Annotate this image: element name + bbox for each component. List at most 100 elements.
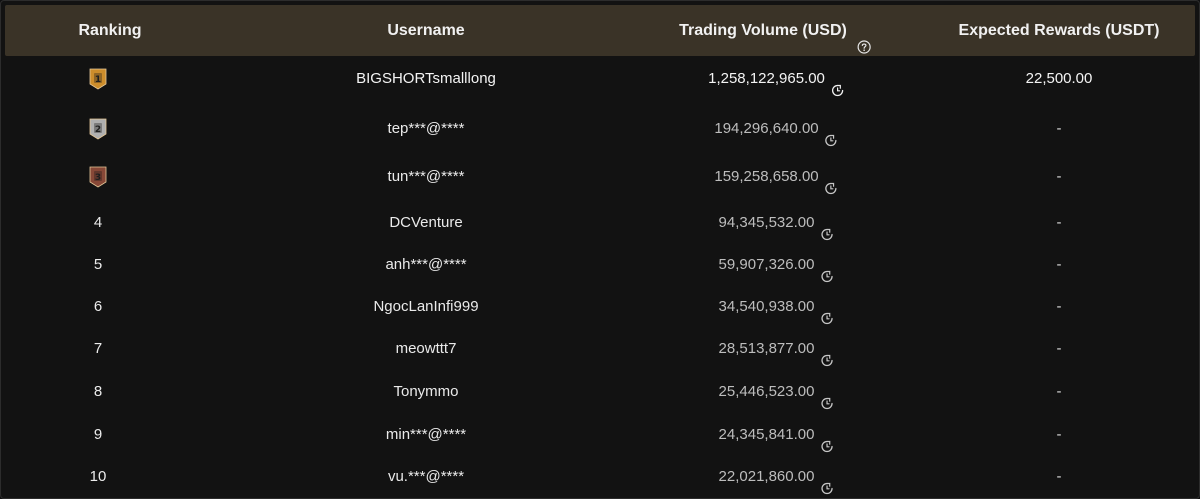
username-text: tep***@**** (387, 120, 465, 137)
clock-refresh-icon[interactable] (820, 429, 833, 452)
username-cell[interactable]: min***@**** (386, 415, 466, 455)
username-cell[interactable]: tep***@**** (388, 109, 465, 149)
trading-volume-value: 94,345,532.00 (718, 214, 815, 231)
rank-cell: 5 (94, 245, 102, 285)
expected-reward-cell: - (1057, 109, 1062, 149)
clock-refresh-icon[interactable] (820, 343, 833, 366)
rank-cell: 7 (94, 329, 102, 369)
username-cell[interactable]: BIGSHORTsmalllong (356, 59, 496, 99)
trading-volume-value: 25,446,523.00 (718, 383, 815, 400)
username-cell[interactable]: anh***@**** (385, 245, 466, 285)
rank-number: 4 (93, 214, 103, 231)
clock-refresh-icon[interactable] (825, 123, 838, 146)
rank-cell: 2 (88, 109, 108, 149)
expected-reward-cell: - (1057, 203, 1062, 243)
svg-text:2: 2 (95, 125, 101, 135)
expected-reward-value: - (1056, 383, 1062, 400)
username-cell[interactable]: DCVenture (389, 203, 462, 243)
table-header: Ranking Username Trading Volume (USD) Ex… (5, 5, 1195, 56)
trading-volume-value: 1,258,122,965.00 (708, 70, 825, 87)
trading-volume-value: 28,513,877.00 (718, 340, 815, 357)
clock-refresh-icon[interactable] (820, 301, 833, 324)
username-text: anh***@**** (385, 256, 467, 273)
header-username: Username (387, 5, 464, 56)
username-text: vu.***@**** (387, 468, 465, 485)
trading-volume-cell: 28,513,877.00 (719, 329, 834, 369)
rank-cell: 8 (94, 372, 102, 412)
expected-reward-value: - (1056, 214, 1062, 231)
expected-reward-cell: - (1057, 457, 1062, 497)
username-cell[interactable]: tun***@**** (388, 157, 465, 197)
trading-volume-cell: 25,446,523.00 (719, 372, 834, 412)
gold-medal-icon: 1 (88, 67, 108, 91)
expected-reward-value: - (1056, 256, 1062, 273)
trading-volume-value: 24,345,841.00 (718, 426, 815, 443)
rank-number: 10 (89, 468, 107, 485)
expected-reward-cell: - (1057, 157, 1062, 197)
trading-volume-cell: 159,258,658.00 (714, 157, 837, 197)
header-ranking: Ranking (78, 5, 141, 56)
expected-reward-cell: - (1057, 329, 1062, 369)
username-cell[interactable]: vu.***@**** (388, 457, 464, 497)
clock-refresh-icon[interactable] (820, 217, 833, 240)
expected-reward-cell: - (1057, 415, 1062, 455)
table-row: 7 meowttt7 28,513,877.00 - (1, 329, 1199, 369)
username-text: Tonymmo (393, 383, 459, 400)
trading-volume-value: 22,021,860.00 (718, 468, 815, 485)
trading-volume-cell: 59,907,326.00 (719, 245, 834, 285)
expected-reward-cell: 22,500.00 (1026, 59, 1093, 99)
clock-refresh-icon[interactable] (825, 171, 838, 194)
leaderboard-table: Ranking Username Trading Volume (USD) Ex… (0, 0, 1200, 499)
username-cell[interactable]: meowttt7 (396, 329, 457, 369)
table-row: 10 vu.***@**** 22,021,860.00 - (1, 457, 1199, 497)
rank-cell: 10 (90, 457, 107, 497)
header-expected-rewards: Expected Rewards (USDT) (959, 5, 1160, 56)
username-text: NgocLanInfi999 (373, 298, 479, 315)
expected-reward-cell: - (1057, 245, 1062, 285)
svg-text:1: 1 (95, 75, 101, 85)
table-row: 2 tep***@**** 194,296,640.00 - (1, 109, 1199, 149)
header-ranking-label: Ranking (78, 22, 142, 39)
rank-number: 9 (93, 426, 103, 443)
expected-reward-value: - (1056, 168, 1062, 185)
rank-number: 6 (93, 298, 103, 315)
trading-volume-cell: 1,258,122,965.00 (708, 59, 844, 99)
trading-volume-value: 59,907,326.00 (718, 256, 815, 273)
bronze-medal-icon: 3 (88, 165, 108, 189)
trading-volume-cell: 94,345,532.00 (719, 203, 834, 243)
clock-refresh-icon[interactable] (820, 386, 833, 409)
table-row: 6 NgocLanInfi999 34,540,938.00 - (1, 287, 1199, 327)
trading-volume-cell: 24,345,841.00 (719, 415, 834, 455)
header-trading-volume: Trading Volume (USD) (679, 5, 871, 56)
trading-volume-cell: 34,540,938.00 (719, 287, 834, 327)
rank-number: 7 (93, 340, 103, 357)
username-text: min***@**** (385, 426, 467, 443)
rank-cell: 4 (94, 203, 102, 243)
clock-refresh-icon[interactable] (820, 259, 833, 282)
trading-volume-cell: 194,296,640.00 (714, 109, 837, 149)
rank-cell: 9 (94, 415, 102, 455)
table-row: 9 min***@**** 24,345,841.00 - (1, 415, 1199, 455)
expected-reward-value: - (1056, 340, 1062, 357)
trading-volume-cell: 22,021,860.00 (719, 457, 834, 497)
clock-refresh-icon[interactable] (831, 73, 844, 96)
username-text: meowttt7 (395, 340, 457, 357)
trading-volume-value: 194,296,640.00 (714, 120, 819, 137)
trading-volume-value: 159,258,658.00 (714, 168, 819, 185)
username-cell[interactable]: NgocLanInfi999 (373, 287, 478, 327)
question-circle-icon[interactable] (857, 24, 871, 54)
expected-reward-value: 22,500.00 (1025, 70, 1093, 87)
header-trading-volume-label: Trading Volume (USD) (679, 22, 847, 39)
username-cell[interactable]: Tonymmo (393, 372, 458, 412)
table-row: 5 anh***@**** 59,907,326.00 - (1, 245, 1199, 285)
table-row: 1 BIGSHORTsmalllong 1,258,122,965.00 22,500… (1, 59, 1199, 99)
username-text: tun***@**** (387, 168, 465, 185)
header-username-label: Username (387, 22, 465, 39)
table-row: 8 Tonymmo 25,446,523.00 - (1, 372, 1199, 412)
username-text: BIGSHORTsmalllong (356, 70, 496, 87)
rank-cell: 3 (88, 157, 108, 197)
svg-text:3: 3 (95, 173, 101, 183)
expected-reward-cell: - (1057, 372, 1062, 412)
clock-refresh-icon[interactable] (820, 471, 833, 494)
table-row: 4 DCVenture 94,345,532.00 - (1, 203, 1199, 243)
